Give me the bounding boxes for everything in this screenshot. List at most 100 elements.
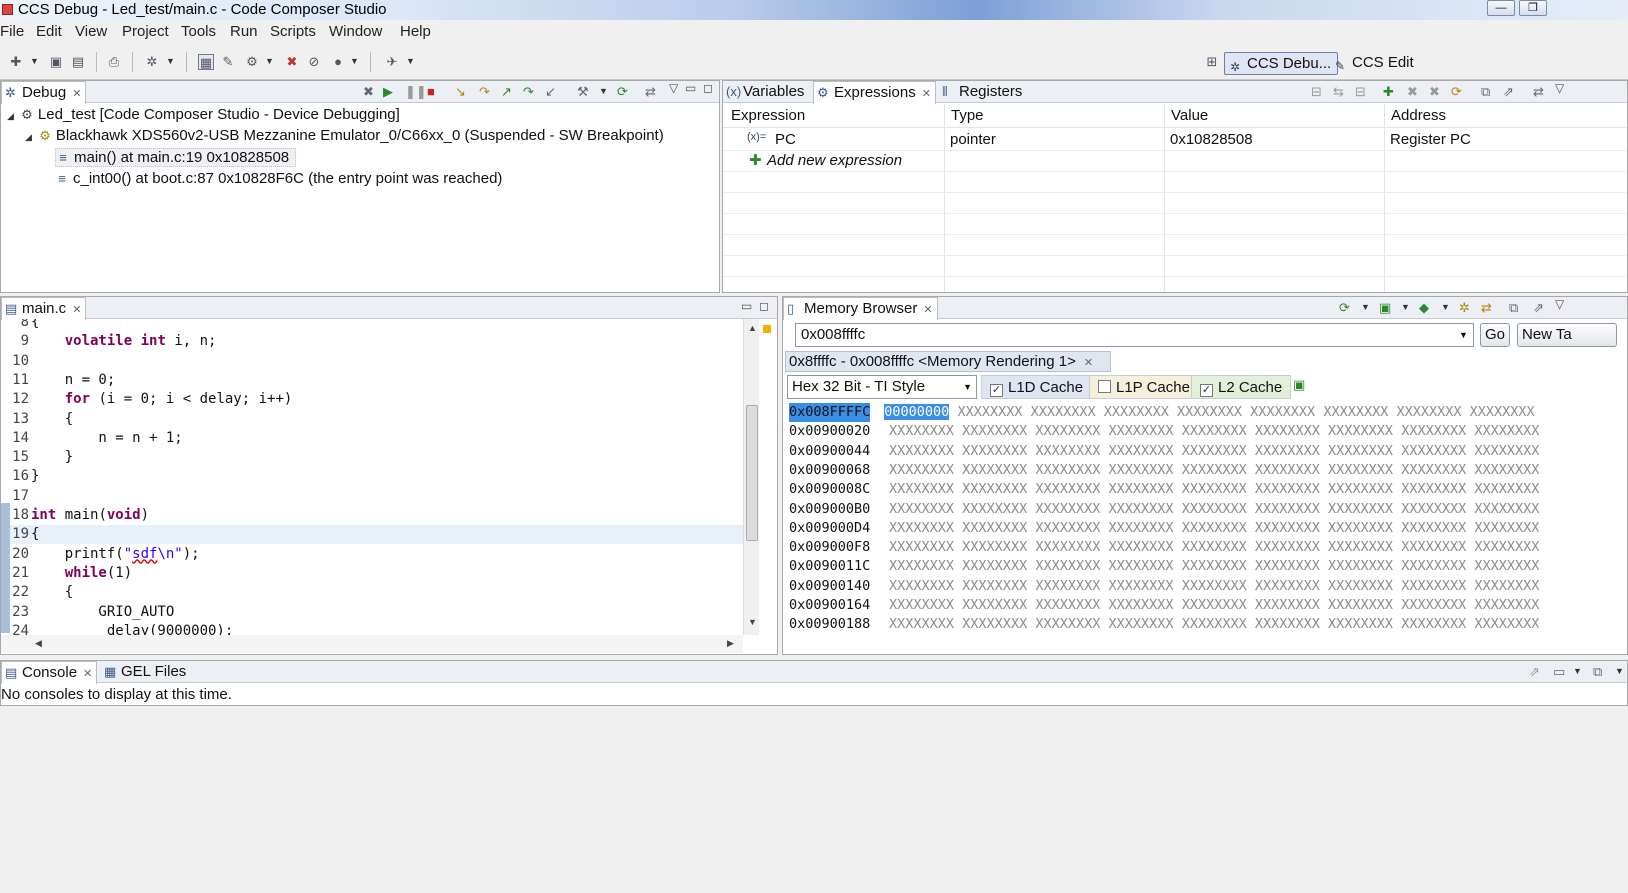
memory-value[interactable]: XXXXXXXX — [1401, 520, 1466, 536]
memory-value[interactable]: XXXXXXXX — [1182, 539, 1247, 555]
load-memory-icon[interactable]: ◆ — [1419, 300, 1429, 316]
memory-value[interactable]: XXXXXXXX — [1474, 616, 1539, 632]
memory-value[interactable]: XXXXXXXX — [1109, 501, 1174, 517]
memory-row[interactable]: 0x009000D4 XXXXXXXX XXXXXXXX XXXXXXXX XXX… — [789, 519, 1539, 538]
memory-value[interactable]: XXXXXXXX — [962, 558, 1027, 574]
l1d-cache-toggle[interactable]: ✓ L1D Cache — [981, 375, 1093, 399]
code-line[interactable]: 13 { — [1, 410, 743, 429]
vertical-scrollbar[interactable]: ▲ ▼ — [743, 319, 759, 635]
memory-value[interactable]: XXXXXXXX — [1328, 501, 1393, 517]
menu-run[interactable]: Run — [230, 23, 258, 40]
build-icon[interactable]: ⚙ — [244, 54, 260, 70]
memory-value[interactable]: XXXXXXXX — [1035, 481, 1100, 497]
memory-value[interactable]: XXXXXXXX — [1328, 481, 1393, 497]
scrollbar-thumb[interactable] — [746, 405, 758, 541]
code-line[interactable]: 9 volatile int i, n; — [1, 332, 743, 351]
memory-value[interactable]: XXXXXXXX — [1474, 462, 1539, 478]
code-line[interactable]: 17 — [1, 487, 743, 506]
external-tools-dropdown-icon[interactable]: ▼ — [406, 56, 415, 66]
breakpoint-icon[interactable]: ✖ — [284, 54, 300, 70]
column-value[interactable]: Value — [1171, 107, 1208, 124]
step-over-icon[interactable]: ↷ — [479, 84, 490, 100]
memory-value[interactable]: XXXXXXXX — [1401, 558, 1466, 574]
print-icon[interactable]: ⎙ — [106, 54, 122, 70]
memory-value[interactable]: XXXXXXXX — [1109, 558, 1174, 574]
menu-file[interactable]: File — [0, 23, 24, 40]
new-view-icon[interactable]: ⧉ — [1481, 84, 1490, 100]
code-line[interactable]: 12 for (i = 0; i < delay; i++) — [1, 390, 743, 409]
memory-value[interactable]: XXXXXXXX — [1035, 423, 1100, 439]
memory-value[interactable]: XXXXXXXX — [1474, 597, 1539, 613]
add-expression-icon[interactable]: ✚ — [1383, 84, 1394, 100]
restart-icon[interactable]: ⟳ — [617, 84, 628, 100]
memory-value[interactable]: XXXXXXXX — [1401, 539, 1466, 555]
view-menu-icon[interactable]: ▽ — [1555, 297, 1564, 311]
memory-value[interactable]: XXXXXXXX — [1109, 616, 1174, 632]
close-icon[interactable]: ✕ — [72, 88, 81, 100]
memory-value[interactable]: XXXXXXXX — [962, 578, 1027, 594]
memory-icon[interactable]: ▦ — [198, 54, 214, 70]
debug-dropdown-icon[interactable]: ▼ — [166, 56, 175, 66]
memory-value[interactable]: XXXXXXXX — [1474, 443, 1539, 459]
memory-value[interactable]: XXXXXXXX — [1401, 462, 1466, 478]
memory-value[interactable]: XXXXXXXX — [889, 578, 954, 594]
step-return-icon[interactable]: ↗ — [501, 84, 512, 100]
view-menu-icon[interactable]: ▽ — [1555, 81, 1564, 95]
memory-value[interactable]: XXXXXXXX — [889, 597, 954, 613]
menu-window[interactable]: Window — [329, 23, 382, 40]
save-dropdown-icon[interactable]: ▼ — [1401, 302, 1410, 312]
memory-value[interactable]: XXXXXXXX — [1401, 597, 1466, 613]
memory-value[interactable]: XXXXXXXX — [1474, 501, 1539, 517]
pin-icon[interactable]: ⇗ — [1503, 84, 1514, 100]
memory-value[interactable]: XXXXXXXX — [962, 520, 1027, 536]
scroll-down-icon[interactable]: ▼ — [748, 617, 757, 627]
close-icon[interactable]: ✕ — [923, 304, 932, 316]
memory-value[interactable]: XXXXXXXX — [1109, 578, 1174, 594]
memory-value[interactable]: XXXXXXXX — [1328, 597, 1393, 613]
tree-item-emulator[interactable]: ◢ ⚙ Blackhawk XDS560v2-USB Mezzanine Emula… — [25, 127, 664, 144]
perspective-ccs-debug[interactable]: ✲ CCS Debu... — [1224, 52, 1339, 75]
tree-item-stack-frame[interactable]: ≡ main() at main.c:19 0x10828508 — [55, 148, 297, 167]
memory-value[interactable]: XXXXXXXX — [1255, 423, 1320, 439]
memory-value[interactable]: XXXXXXXX — [889, 443, 954, 459]
memory-value[interactable]: XXXXXXXX — [1401, 578, 1466, 594]
new-icon[interactable]: ✚ — [8, 54, 24, 70]
memory-value[interactable]: XXXXXXXX — [962, 443, 1027, 459]
memory-value[interactable]: XXXXXXXX — [1035, 616, 1100, 632]
l1p-cache-toggle[interactable]: L1P Cache — [1089, 375, 1199, 399]
tab-debug[interactable]: ✲ Debug ✕ — [1, 81, 87, 104]
tab-console[interactable]: ▤ Console ✕ — [1, 661, 98, 684]
collapse-arrow-icon[interactable]: ◢ — [7, 111, 14, 121]
overview-marker[interactable] — [763, 325, 771, 333]
new-tab-button[interactable]: New Ta — [1517, 323, 1617, 347]
memory-value[interactable]: XXXXXXXX — [1255, 501, 1320, 517]
suspend-icon[interactable]: ❚❚ — [405, 84, 427, 100]
scroll-left-icon[interactable]: ◀ — [35, 638, 42, 649]
memory-value[interactable]: XXXXXXXX — [1182, 462, 1247, 478]
terminate-icon[interactable]: ■ — [427, 84, 435, 99]
memory-value[interactable]: XXXXXXXX — [1255, 462, 1320, 478]
step-into-icon[interactable]: ↘ — [455, 84, 466, 100]
tab-registers[interactable]: ⦀ Registers — [939, 81, 1026, 103]
sync-icon[interactable]: ⇄ — [1533, 84, 1544, 100]
code-line[interactable]: 23 GRIO_AUTO — [1, 603, 743, 622]
memory-value[interactable]: XXXXXXXX — [1104, 404, 1169, 420]
memory-value[interactable]: XXXXXXXX — [889, 481, 954, 497]
code-line[interactable]: 22 { — [1, 583, 743, 602]
memory-value[interactable]: XXXXXXXX — [1323, 404, 1388, 420]
memory-value[interactable]: XXXXXXXX — [1255, 443, 1320, 459]
memory-value[interactable]: XXXXXXXX — [1035, 462, 1100, 478]
new-dropdown-icon[interactable]: ▼ — [30, 56, 39, 66]
layout-icon[interactable]: ⊟ — [1355, 84, 1366, 100]
code-line[interactable]: 21 while(1) — [1, 564, 743, 583]
memory-rendering-grid[interactable]: 0x008FFFFC 00000000 XXXXXXXX XXXXXXXX XXX… — [783, 403, 1627, 643]
memory-value[interactable]: XXXXXXXX — [1328, 616, 1393, 632]
memory-row[interactable]: 0x00900020 XXXXXXXX XXXXXXXX XXXXXXXX XXX… — [789, 422, 1539, 441]
memory-value[interactable]: XXXXXXXX — [1109, 539, 1174, 555]
memory-value[interactable]: XXXXXXXX — [962, 597, 1027, 613]
tab-main-c[interactable]: ▤ main.c ✕ — [1, 297, 87, 320]
memory-value[interactable]: XXXXXXXX — [1182, 558, 1247, 574]
minimize-view-icon[interactable]: ▭ — [685, 81, 696, 95]
memory-value[interactable]: XXXXXXXX — [1401, 501, 1466, 517]
collapse-arrow-icon[interactable]: ◢ — [25, 132, 32, 142]
